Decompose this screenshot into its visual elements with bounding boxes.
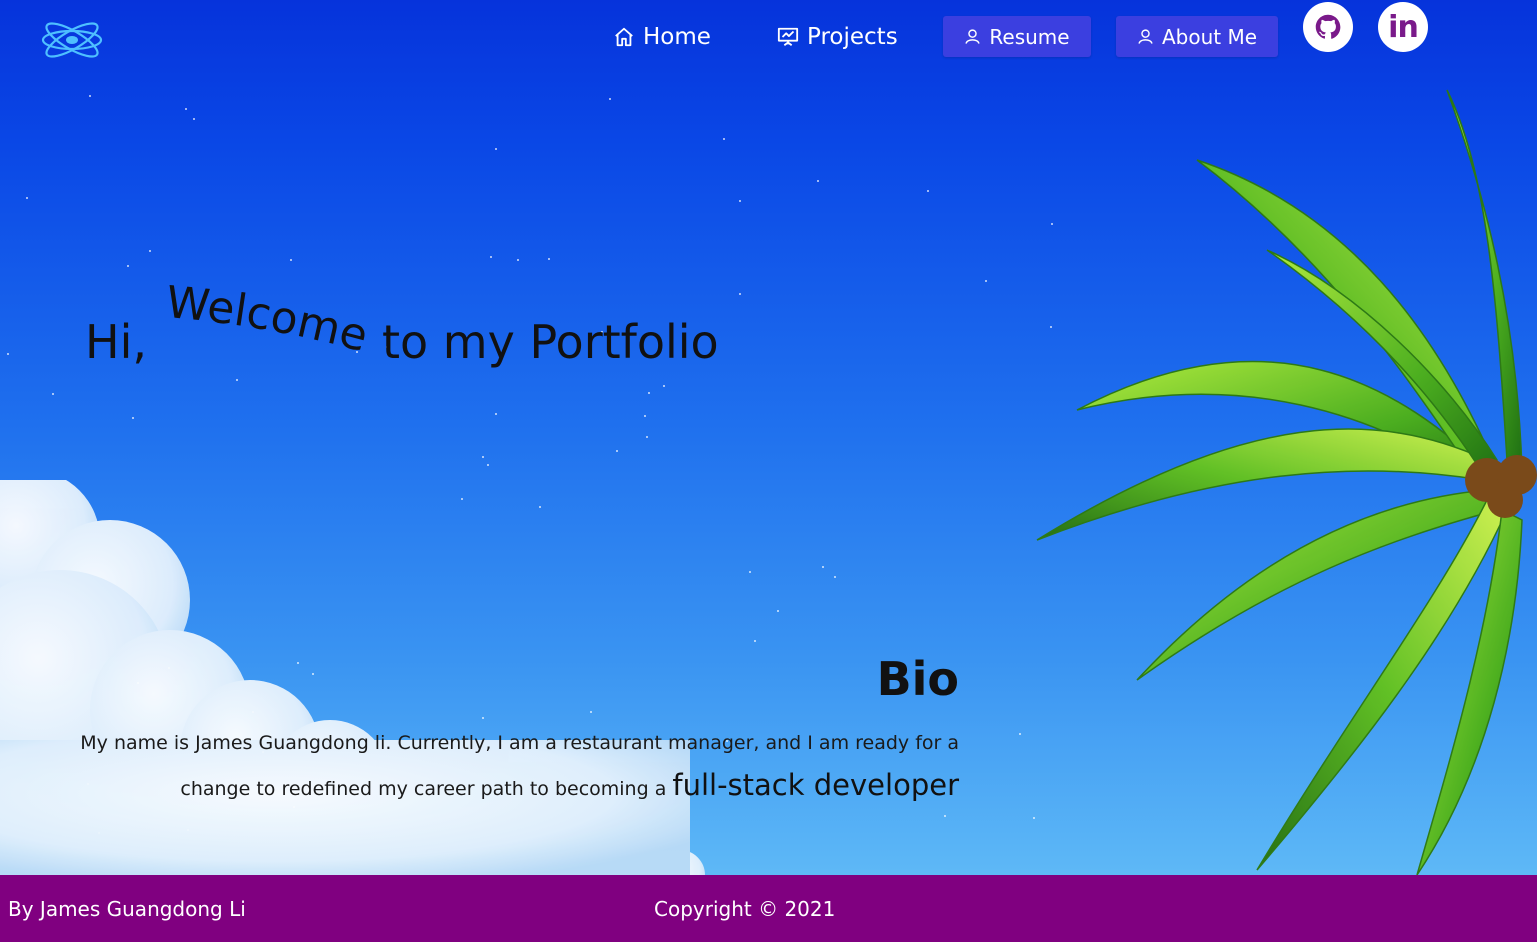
nav-projects-link[interactable]: Projects <box>777 18 898 56</box>
nav-projects-label: Projects <box>807 24 898 50</box>
star <box>739 293 741 295</box>
star <box>482 717 484 719</box>
star <box>132 417 134 419</box>
linkedin-icon: in <box>1388 9 1419 45</box>
star <box>590 711 592 713</box>
footer: By James Guangdong Li Copyright © 2021 <box>0 875 1537 942</box>
star <box>944 815 946 817</box>
resume-button-label: Resume <box>989 24 1070 49</box>
star <box>168 667 170 669</box>
star <box>297 662 299 664</box>
bio-title: Bio <box>876 652 959 706</box>
star <box>187 829 189 831</box>
nav-home-label: Home <box>643 24 711 50</box>
footer-copyright: Copyright © 2021 <box>654 897 836 921</box>
star <box>609 98 611 100</box>
hero-animated-word: Welcome <box>164 277 373 362</box>
star <box>487 464 489 466</box>
star <box>754 640 756 642</box>
star <box>1019 733 1021 735</box>
star <box>777 610 779 612</box>
star <box>927 190 929 192</box>
star <box>517 259 519 261</box>
star <box>644 415 646 417</box>
star <box>7 353 9 355</box>
star <box>52 393 54 395</box>
star <box>1050 326 1052 328</box>
star <box>149 250 151 252</box>
star <box>89 95 91 97</box>
star <box>482 456 484 458</box>
hero-rest: to my Portfolio <box>382 315 719 369</box>
star <box>193 118 195 120</box>
about-me-button[interactable]: About Me <box>1116 16 1278 57</box>
star <box>252 711 254 713</box>
resume-button[interactable]: Resume <box>943 16 1091 57</box>
star <box>539 506 541 508</box>
hero-greeting: Hi, <box>85 315 147 369</box>
star <box>749 571 751 573</box>
bio-text: My name is James Guangdong li. Currently… <box>40 722 959 810</box>
star <box>548 258 550 260</box>
star <box>648 392 650 394</box>
star <box>98 832 100 834</box>
star <box>185 108 187 110</box>
star <box>127 265 129 267</box>
star <box>236 379 238 381</box>
star <box>290 259 292 261</box>
star <box>822 566 824 568</box>
navbar: Home Projects Resume About Me in <box>0 0 1537 78</box>
github-link[interactable] <box>1303 2 1353 52</box>
user-icon <box>1138 29 1153 44</box>
star <box>137 682 139 684</box>
star <box>616 450 618 452</box>
star <box>985 280 987 282</box>
star <box>817 180 819 182</box>
about-me-button-label: About Me <box>1161 24 1258 49</box>
nav-home-link[interactable]: Home <box>613 18 711 56</box>
star <box>646 436 648 438</box>
linkedin-link[interactable]: in <box>1378 2 1428 52</box>
star <box>312 673 314 675</box>
footer-author: By James Guangdong Li <box>8 897 246 921</box>
presentation-icon <box>777 27 799 46</box>
bio-highlight: full-stack developer <box>672 768 959 802</box>
star <box>723 138 725 140</box>
home-icon <box>615 27 633 47</box>
react-atom-logo-icon[interactable] <box>40 20 104 60</box>
star <box>461 498 463 500</box>
star <box>1051 223 1053 225</box>
star <box>1033 817 1035 819</box>
star <box>834 576 836 578</box>
star <box>490 256 492 258</box>
star <box>663 385 665 387</box>
cloud-image <box>0 480 705 875</box>
star <box>26 197 28 199</box>
palm-tree-image <box>1036 89 1537 875</box>
github-icon <box>1315 14 1341 39</box>
star <box>739 200 741 202</box>
user-icon <box>965 29 980 44</box>
svg-text:Welcome: Welcome <box>164 277 373 362</box>
star <box>495 413 497 415</box>
star <box>495 148 497 150</box>
